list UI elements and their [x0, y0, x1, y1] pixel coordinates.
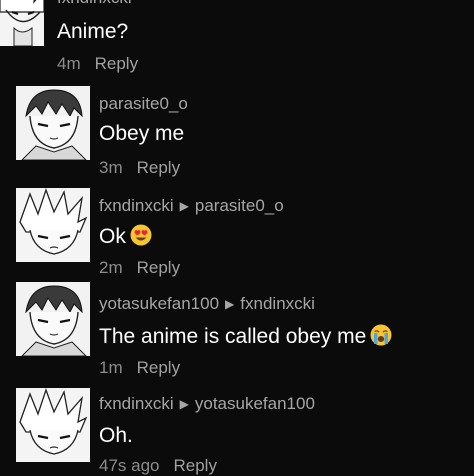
reply-button[interactable]: Reply — [137, 358, 180, 377]
reply-arrow-icon: ▶ — [179, 199, 189, 213]
comment-time: 47s ago — [99, 456, 160, 475]
comment-item: fxndinxcki Anime? 4m Reply — [0, 0, 474, 80]
comment-time: 1m — [99, 358, 123, 377]
comment-meta: 1m Reply — [99, 358, 180, 378]
reply-arrow-icon: ▶ — [225, 297, 235, 311]
avatar-manga-white-hair-icon — [16, 388, 90, 462]
reply-to-username[interactable]: parasite0_o — [195, 196, 284, 215]
reply-button[interactable]: Reply — [137, 158, 180, 177]
comment-username[interactable]: fxndinxcki ▶ parasite0_o — [99, 196, 284, 216]
comment-text: The anime is called obey me — [99, 324, 392, 349]
comment-time: 3m — [99, 158, 123, 177]
reply-button[interactable]: Reply — [95, 54, 138, 73]
heart-eyes-emoji-icon — [130, 224, 152, 246]
reply-to-username[interactable]: fxndinxcki — [240, 294, 315, 313]
avatar[interactable] — [0, 0, 44, 46]
comment-username[interactable]: yotasukefan100 ▶ fxndinxcki — [99, 294, 315, 314]
comment-username[interactable]: fxndinxcki — [57, 0, 132, 8]
reply-to-username[interactable]: yotasukefan100 — [195, 394, 315, 413]
avatar[interactable] — [16, 188, 90, 262]
avatar-manga-white-hair-icon — [0, 0, 44, 46]
comment-item: parasite0_o Obey me 3m Reply — [0, 84, 474, 180]
comment-username[interactable]: parasite0_o — [99, 94, 188, 114]
comment-username[interactable]: fxndinxcki ▶ yotasukefan100 — [99, 394, 315, 414]
avatar-manga-dark-hair-icon — [16, 282, 90, 356]
reply-button[interactable]: Reply — [174, 456, 217, 475]
reply-arrow-icon: ▶ — [179, 397, 189, 411]
avatar[interactable] — [16, 282, 90, 356]
comment-text: Anime? — [57, 20, 129, 43]
avatar-manga-dark-hair-icon — [16, 86, 90, 160]
comment-text: Obey me — [99, 122, 185, 145]
avatar[interactable] — [16, 388, 90, 462]
avatar[interactable] — [16, 86, 90, 160]
comment-time: 4m — [57, 54, 81, 73]
comment-time: 2m — [99, 258, 123, 277]
comment-meta: 3m Reply — [99, 158, 180, 178]
comment-text: Oh. — [99, 424, 133, 447]
comment-meta: 2m Reply — [99, 258, 180, 278]
comment-text: Ok — [99, 224, 152, 249]
comment-meta: 47s ago Reply — [99, 456, 217, 476]
comment-item: fxndinxcki ▶ yotasukefan100 Oh. 47s ago Rep… — [0, 384, 474, 476]
reply-button[interactable]: Reply — [137, 258, 180, 277]
avatar-manga-white-hair-icon — [16, 188, 90, 262]
comment-item: yotasukefan100 ▶ fxndinxcki The anime is c… — [0, 282, 474, 380]
crying-emoji-icon — [370, 324, 392, 346]
comment-item: fxndinxcki ▶ parasite0_o Ok 2m Reply — [0, 184, 474, 280]
comment-meta: 4m Reply — [57, 54, 138, 74]
